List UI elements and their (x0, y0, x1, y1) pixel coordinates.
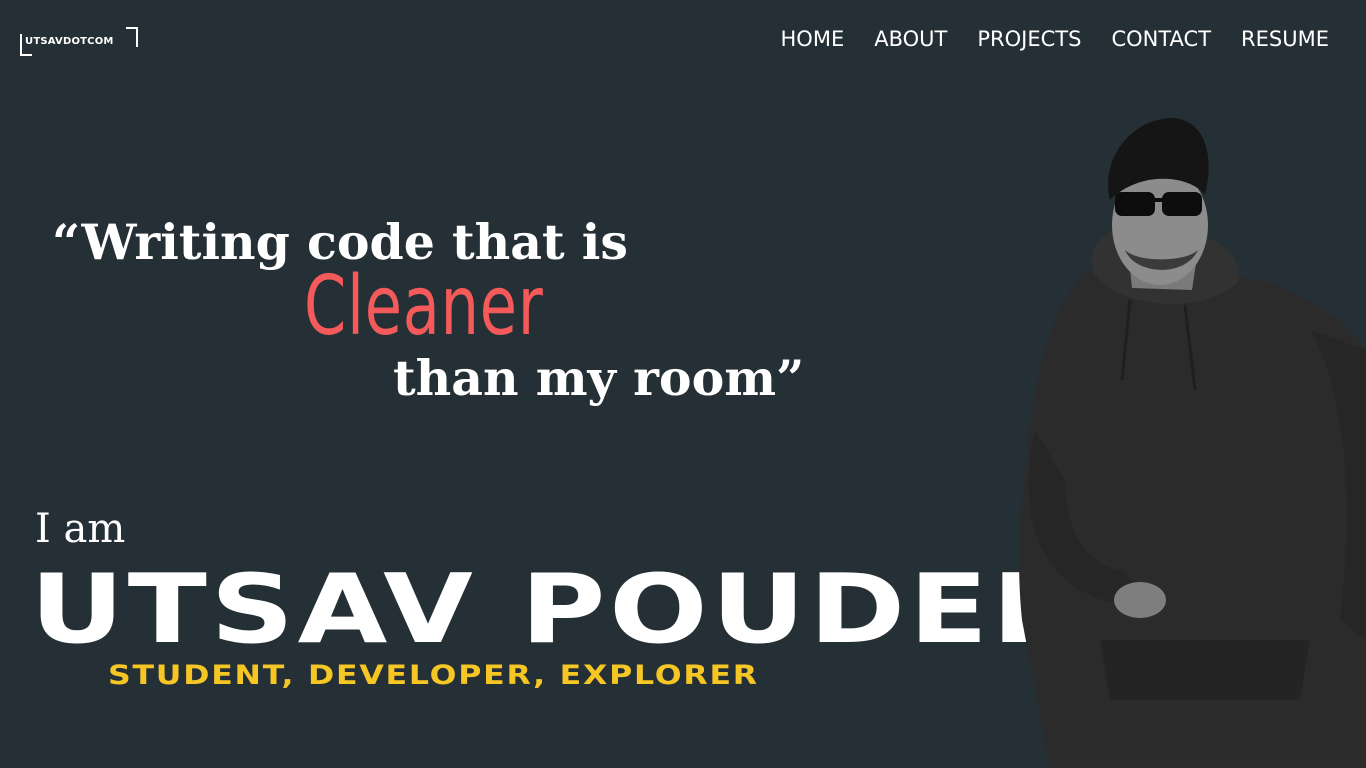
nav-resume[interactable]: RESUME (1241, 26, 1329, 52)
nav-home[interactable]: HOME (781, 26, 845, 52)
hero-tagline: STUDENT, DEVELOPER, EXPLORER (108, 660, 759, 691)
logo-text: UTSAVDOTCOM (25, 36, 114, 47)
site-logo[interactable]: UTSAVDOTCOM (20, 27, 138, 56)
hero-intro: I am (35, 506, 126, 552)
nav-contact[interactable]: CONTACT (1111, 26, 1211, 52)
nav-projects[interactable]: PROJECTS (977, 26, 1081, 52)
hero-quote-accent: Cleaner (304, 259, 544, 354)
nav-about[interactable]: ABOUT (874, 26, 947, 52)
main-nav: HOME ABOUT PROJECTS CONTACT RESUME (781, 26, 1329, 52)
logo-bracket-right (126, 27, 138, 47)
portrait-photo (1019, 118, 1366, 768)
hero-name: UTSAV POUDEL (30, 555, 1070, 665)
hero-quote-line3: than my room” (393, 349, 805, 407)
